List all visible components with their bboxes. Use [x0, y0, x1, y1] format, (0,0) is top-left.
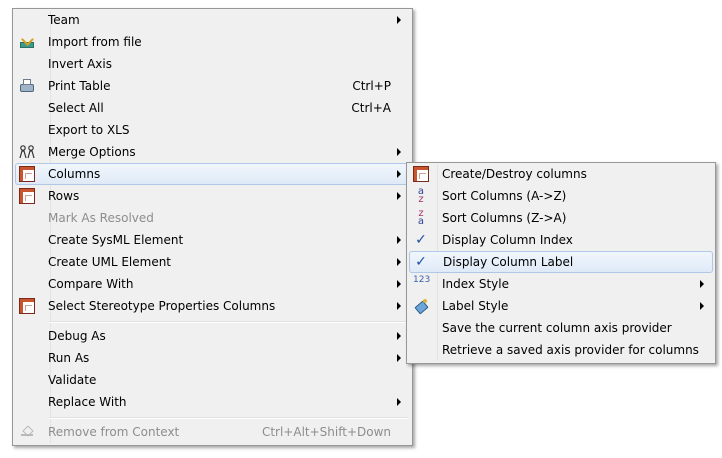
submenu-arrow-icon: [397, 332, 401, 340]
menu-item-label: Select All: [48, 101, 104, 115]
menu-item-label: Debug As: [48, 329, 106, 343]
menu-item-label: Create SysML Element: [48, 233, 184, 247]
menu-item-label: Validate: [48, 373, 97, 387]
menu-item-validate[interactable]: Validate: [15, 369, 410, 391]
submenu-item-label-style[interactable]: Label Style: [409, 295, 713, 317]
menu-item-label: Select Stereotype Properties Columns: [48, 299, 276, 313]
shortcut-text: Ctrl+Alt+Shift+Down: [261, 425, 391, 439]
submenu-arrow-icon: [397, 354, 401, 362]
submenu-arrow-icon: [397, 398, 401, 406]
stereotype-table-icon: [19, 298, 35, 314]
menu-item-label: Merge Options: [48, 145, 136, 159]
menu-item-remove-from-context: Remove from Context Ctrl+Alt+Shift+Down: [15, 421, 410, 443]
menu-item-label: Run As: [48, 351, 90, 365]
checkmark-icon: ✓: [415, 254, 427, 270]
menu-item-merge-options[interactable]: Merge Options: [15, 141, 410, 163]
table-icon: [19, 188, 35, 204]
menu-item-label: Mark As Resolved: [48, 211, 154, 225]
label-style-icon: [413, 298, 429, 314]
submenu-arrow-icon: [700, 302, 704, 310]
menu-item-select-stereotype-properties-columns[interactable]: Select Stereotype Properties Columns: [15, 295, 410, 317]
submenu-item-index-style[interactable]: 123 Index Style: [409, 273, 713, 295]
submenu-item-display-column-label[interactable]: ✓ Display Column Label: [409, 251, 713, 273]
menu-separator: [49, 321, 408, 323]
menu-item-create-uml-element[interactable]: Create UML Element: [15, 251, 410, 273]
sort-letter-bottom: a: [417, 216, 425, 227]
menu-item-label: Retrieve a saved axis provider for colum…: [442, 343, 699, 357]
menu-item-label: Team: [48, 13, 80, 27]
menu-item-label: Invert Axis: [48, 57, 112, 71]
sort-ascending-icon: a z: [413, 187, 429, 205]
menu-item-run-as[interactable]: Run As: [15, 347, 410, 369]
menu-item-replace-with[interactable]: Replace With: [15, 391, 410, 413]
menu-item-label: Create UML Element: [48, 255, 172, 269]
submenu-arrow-icon: [397, 280, 401, 288]
printer-icon: [19, 78, 35, 94]
remove-icon: [19, 424, 35, 440]
menu-item-label: Remove from Context: [48, 425, 180, 439]
menu-item-columns[interactable]: Columns: [15, 163, 410, 185]
submenu-item-sort-columns-za[interactable]: z a Sort Columns (Z->A): [409, 207, 713, 229]
columns-submenu: Create/Destroy columns a z Sort Columns …: [406, 162, 716, 364]
menu-item-label: Replace With: [48, 395, 127, 409]
menu-item-label: Rows: [48, 189, 80, 203]
menu-item-label: Label Style: [442, 299, 509, 313]
menu-item-export-to-xls[interactable]: Export to XLS: [15, 119, 410, 141]
menu-item-debug-as[interactable]: Debug As: [15, 325, 410, 347]
submenu-item-display-column-index[interactable]: ✓ Display Column Index: [409, 229, 713, 251]
menu-item-print-table[interactable]: Print Table Ctrl+P: [15, 75, 410, 97]
menu-item-label: Print Table: [48, 79, 111, 93]
submenu-arrow-icon: [397, 148, 401, 156]
checkmark-icon: ✓: [415, 232, 427, 248]
shortcut-text: Ctrl+P: [352, 79, 391, 93]
menu-item-mark-as-resolved: Mark As Resolved: [15, 207, 410, 229]
submenu-arrow-icon: [700, 280, 704, 288]
import-icon: [19, 34, 35, 50]
menu-item-team[interactable]: Team: [15, 9, 410, 31]
submenu-item-retrieve-axis-provider[interactable]: Retrieve a saved axis provider for colum…: [409, 339, 713, 361]
submenu-arrow-icon: [397, 302, 401, 310]
menu-item-label: Display Column Index: [442, 233, 573, 247]
submenu-arrow-icon: [397, 170, 401, 178]
submenu-arrow-icon: [397, 258, 401, 266]
sort-letter-bottom: z: [418, 194, 424, 205]
menu-item-label: Compare With: [48, 277, 134, 291]
menu-item-label: Sort Columns (Z->A): [442, 211, 567, 225]
merge-people-icon: [19, 144, 35, 160]
menu-item-rows[interactable]: Rows: [15, 185, 410, 207]
menu-item-label: Create/Destroy columns: [442, 167, 587, 181]
menu-item-select-all[interactable]: Select All Ctrl+A: [15, 97, 410, 119]
submenu-item-sort-columns-az[interactable]: a z Sort Columns (A->Z): [409, 185, 713, 207]
menu-item-label: Display Column Label: [443, 255, 574, 269]
menu-item-label: Export to XLS: [48, 123, 130, 137]
menu-separator: [49, 417, 408, 419]
submenu-item-save-axis-provider[interactable]: Save the current column axis provider: [409, 317, 713, 339]
menu-item-import-from-file[interactable]: Import from file: [15, 31, 410, 53]
index-style-icon: 123: [413, 275, 431, 285]
shortcut-text: Ctrl+A: [351, 101, 391, 115]
menu-item-invert-axis[interactable]: Invert Axis: [15, 53, 410, 75]
submenu-arrow-icon: [397, 236, 401, 244]
menu-item-label: Columns: [48, 167, 101, 181]
table-columns-icon: [413, 166, 429, 182]
table-icon: [19, 166, 35, 182]
sort-descending-icon: z a: [413, 209, 429, 227]
menu-item-label: Index Style: [442, 277, 509, 291]
menu-item-label: Save the current column axis provider: [442, 321, 672, 335]
menu-item-create-sysml-element[interactable]: Create SysML Element: [15, 229, 410, 251]
menu-item-label: Sort Columns (A->Z): [442, 189, 567, 203]
menu-item-compare-with[interactable]: Compare With: [15, 273, 410, 295]
submenu-arrow-icon: [397, 16, 401, 24]
menu-item-label: Import from file: [48, 35, 142, 49]
submenu-arrow-icon: [397, 192, 401, 200]
submenu-item-create-destroy-columns[interactable]: Create/Destroy columns: [409, 163, 713, 185]
context-menu: Team Import from file Invert Axis Print …: [12, 8, 413, 446]
